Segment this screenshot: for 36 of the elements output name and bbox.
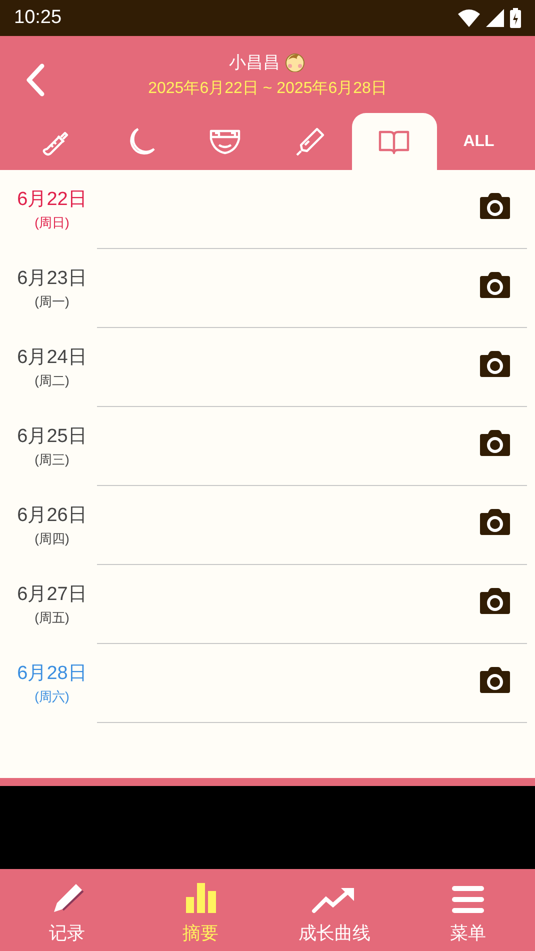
nav-tab[interactable]: 记录 xyxy=(0,869,134,951)
date-range: 2025年6月22日 ~ 2025年6月28日 xyxy=(148,78,387,98)
menu-icon xyxy=(451,885,486,915)
day-date: 6月24日 xyxy=(17,346,87,370)
nav-tab[interactable]: 菜单 xyxy=(401,869,535,951)
day-date: 6月28日 xyxy=(17,662,87,686)
camera-button[interactable] xyxy=(479,508,511,536)
all-tab[interactable]: ALL xyxy=(436,113,521,170)
wifi-icon xyxy=(458,9,480,27)
status-time: 10:25 xyxy=(14,7,62,29)
day-date: 6月25日 xyxy=(17,425,87,449)
signal-icon xyxy=(486,9,504,27)
weekday: (周五) xyxy=(34,609,70,627)
day-date: 6月23日 xyxy=(17,267,87,291)
bar-chart-icon xyxy=(184,881,218,915)
camera-button[interactable] xyxy=(479,587,511,615)
day-date: 6月27日 xyxy=(17,583,87,607)
weekday: (周一) xyxy=(34,293,70,311)
weekday: (周日) xyxy=(34,214,70,232)
baby-face-icon xyxy=(284,52,306,72)
camera-button[interactable] xyxy=(479,429,511,457)
weekday: (周二) xyxy=(34,372,70,390)
camera-button[interactable] xyxy=(479,192,511,220)
camera-button[interactable] xyxy=(479,271,511,299)
nav-tab[interactable]: 成长曲线 xyxy=(268,869,402,951)
camera-button[interactable] xyxy=(479,666,511,694)
camera-button[interactable] xyxy=(479,350,511,378)
weekday: (周四) xyxy=(34,530,70,548)
nav-tab[interactable]: 摘要 xyxy=(134,869,268,951)
weekday: (周三) xyxy=(34,451,70,469)
battery-icon xyxy=(510,8,521,28)
category-tab[interactable] xyxy=(352,113,436,170)
day-date: 6月22日 xyxy=(17,188,87,212)
child-name: 小昌昌 xyxy=(229,52,280,74)
day-date: 6月26日 xyxy=(17,504,87,528)
weekday: (周六) xyxy=(34,688,70,706)
